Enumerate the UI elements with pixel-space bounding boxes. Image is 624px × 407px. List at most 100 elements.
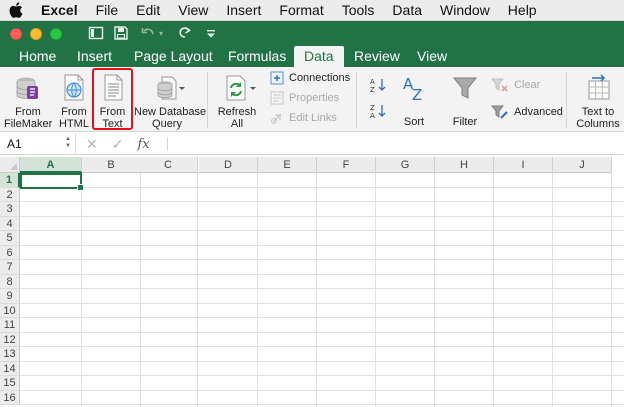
menu-data[interactable]: Data: [383, 0, 431, 21]
formula-input[interactable]: [175, 133, 624, 155]
column-header-e[interactable]: E: [258, 157, 317, 173]
new-database-query-button[interactable]: New Database Query: [134, 73, 207, 130]
svg-text:Z: Z: [412, 86, 422, 103]
formula-bar: A1 ▲ ▼ ✕ ✓ fx: [0, 133, 624, 155]
sort-ascending-button[interactable]: A Z: [370, 77, 388, 93]
row-header-15[interactable]: 15: [0, 376, 20, 391]
row-header-5[interactable]: 5: [0, 231, 20, 246]
menu-format[interactable]: Format: [270, 0, 332, 21]
tab-insert[interactable]: Insert: [77, 46, 112, 67]
text-to-columns-button[interactable]: Text to Columns: [575, 73, 621, 130]
properties-label: Properties: [289, 92, 340, 104]
advanced-filter-button[interactable]: Advanced: [491, 104, 563, 120]
sort-z-to-a-icon: Z A: [370, 104, 386, 119]
column-gridline: [434, 173, 435, 407]
row-header-1[interactable]: 1: [0, 173, 20, 188]
enter-formula-icon[interactable]: ✓: [112, 136, 124, 153]
column-header-d[interactable]: D: [199, 157, 258, 173]
ribbon-group-divider: [566, 72, 567, 128]
menu-file[interactable]: File: [87, 0, 128, 21]
sidebar-toggle-icon[interactable]: [88, 25, 104, 42]
zoom-window-button[interactable]: [50, 28, 62, 40]
svg-text:Z: Z: [370, 86, 375, 93]
tab-view[interactable]: View: [417, 46, 447, 67]
tab-formulas[interactable]: Formulas: [228, 46, 286, 67]
insert-function-icon[interactable]: fx: [137, 137, 149, 152]
row-header-14[interactable]: 14: [0, 361, 20, 376]
name-box-spinner-icon[interactable]: ▲ ▼: [65, 136, 71, 150]
selected-cell-a1[interactable]: [20, 173, 84, 191]
row-header-3[interactable]: 3: [0, 202, 20, 217]
row-header-2[interactable]: 2: [0, 187, 20, 202]
column-header-i[interactable]: I: [494, 157, 553, 173]
properties-button[interactable]: Properties: [270, 91, 339, 105]
filter-button[interactable]: Filter: [449, 73, 481, 128]
macos-menu-bar: Excel File Edit View Insert Format Tools…: [0, 0, 624, 21]
close-window-button[interactable]: [10, 28, 22, 40]
column-header-h[interactable]: H: [435, 157, 494, 173]
row-header-4[interactable]: 4: [0, 216, 20, 231]
save-icon[interactable]: [113, 25, 129, 42]
column-gridline: [552, 173, 553, 407]
minimize-window-button[interactable]: [30, 28, 42, 40]
row-header-11[interactable]: 11: [0, 318, 20, 333]
row-header-7[interactable]: 7: [0, 260, 20, 275]
column-header-g[interactable]: G: [376, 157, 435, 173]
menu-app-excel[interactable]: Excel: [32, 0, 87, 21]
undo-dropdown-icon[interactable]: ▾: [159, 25, 163, 42]
edit-links-button[interactable]: Edit Links: [270, 111, 337, 125]
clear-filter-button[interactable]: Clear: [491, 77, 540, 93]
new-database-query-label-2: Query: [152, 118, 182, 130]
row-gridline: [20, 360, 624, 362]
tab-review[interactable]: Review: [354, 46, 400, 67]
row-header-13[interactable]: 13: [0, 347, 20, 362]
column-header-b[interactable]: B: [82, 157, 141, 173]
formula-bar-divider: [167, 137, 168, 151]
tab-home[interactable]: Home: [19, 46, 56, 67]
connections-button[interactable]: Connections: [270, 71, 350, 85]
edit-links-label: Edit Links: [289, 112, 337, 124]
column-header-f[interactable]: F: [317, 157, 376, 173]
menu-window[interactable]: Window: [431, 0, 499, 21]
menu-insert[interactable]: Insert: [217, 0, 270, 21]
redo-icon[interactable]: [178, 25, 192, 42]
row-gridline: [20, 317, 624, 318]
row-header-10[interactable]: 10: [0, 303, 20, 318]
column-gridline: [81, 173, 82, 407]
tab-data[interactable]: Data: [294, 46, 344, 67]
row-gridline: [20, 273, 624, 275]
sort-az-icon: A Z: [403, 75, 422, 104]
undo-icon[interactable]: [140, 25, 156, 42]
column-header-c[interactable]: C: [139, 157, 198, 173]
row-header-9[interactable]: 9: [0, 289, 20, 304]
refresh-all-button[interactable]: Refresh All: [214, 73, 260, 130]
apple-menu-icon[interactable]: [0, 0, 32, 21]
menu-tools[interactable]: Tools: [333, 0, 384, 21]
column-gridline: [257, 173, 258, 407]
menu-view[interactable]: View: [169, 0, 217, 21]
new-database-query-label-1: New Database: [134, 106, 207, 118]
column-gridline: [316, 173, 317, 407]
row-header-6[interactable]: 6: [0, 245, 20, 260]
row-header-8[interactable]: 8: [0, 274, 20, 289]
column-header-j[interactable]: J: [553, 157, 612, 173]
html-document-globe-icon: [64, 74, 84, 101]
row-header-12[interactable]: 12: [0, 332, 20, 347]
column-header-a[interactable]: A: [20, 157, 82, 173]
sort-button[interactable]: A Z Sort: [397, 73, 431, 128]
name-box[interactable]: A1 ▲ ▼: [0, 133, 76, 155]
customize-toolbar-icon[interactable]: [206, 25, 216, 42]
select-all-corner[interactable]: [0, 157, 20, 173]
name-box-value: A1: [7, 137, 22, 151]
cancel-formula-icon[interactable]: ✕: [86, 136, 98, 153]
row-header-16[interactable]: 16: [0, 390, 20, 405]
text-to-columns-icon: [588, 74, 610, 100]
tab-page-layout[interactable]: Page Layout: [134, 46, 213, 67]
sort-descending-button[interactable]: Z A: [370, 103, 388, 119]
spreadsheet-grid[interactable]: A B C D E F G H I J 1 2 3 4 5 6 7 8 9 10 11 12 13 14 15 16: [0, 157, 624, 407]
from-html-label-1: From: [61, 106, 87, 118]
menu-edit[interactable]: Edit: [127, 0, 169, 21]
from-filemaker-button[interactable]: From FileMaker: [4, 73, 52, 130]
from-html-button[interactable]: From HTML: [56, 73, 92, 130]
menu-help[interactable]: Help: [499, 0, 546, 21]
